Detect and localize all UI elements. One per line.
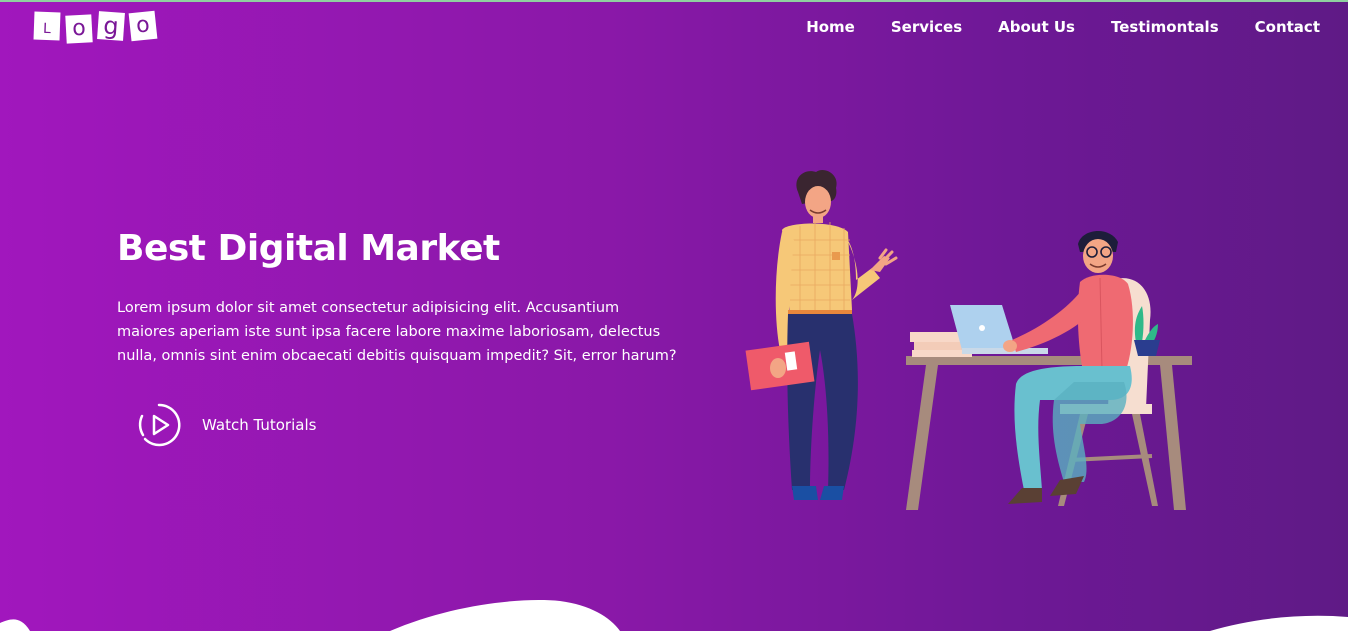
play-circle-icon	[138, 403, 181, 447]
hero-description: Lorem ipsum dolor sit amet consectetur a…	[117, 300, 677, 364]
bottom-wave	[0, 600, 1348, 631]
main-nav: Home Services About Us Testimontals Cont…	[806, 18, 1320, 36]
hero-section: L o g o Home Services About Us Testimont…	[0, 0, 1348, 631]
sitting-person-illustration	[1003, 230, 1133, 504]
watch-tutorials-label: Watch Tutorials	[202, 416, 317, 434]
logo-letter: o	[65, 14, 93, 44]
office-illustration	[745, 169, 1192, 510]
nav-about-us[interactable]: About Us	[998, 18, 1075, 36]
nav-testimonials[interactable]: Testimontals	[1111, 18, 1219, 36]
logo-letter: L	[33, 11, 61, 41]
nav-services[interactable]: Services	[891, 18, 962, 36]
nav-contact[interactable]: Contact	[1255, 18, 1320, 36]
logo-letter: o	[128, 10, 158, 42]
hero-title: Best Digital Market	[117, 228, 500, 269]
logo[interactable]: L o g o	[33, 10, 158, 44]
standing-person-illustration	[745, 169, 898, 500]
watch-tutorials-button[interactable]: Watch Tutorials	[136, 402, 316, 448]
top-border	[0, 0, 1348, 2]
nav-home[interactable]: Home	[806, 18, 855, 36]
logo-letter: g	[97, 11, 125, 41]
